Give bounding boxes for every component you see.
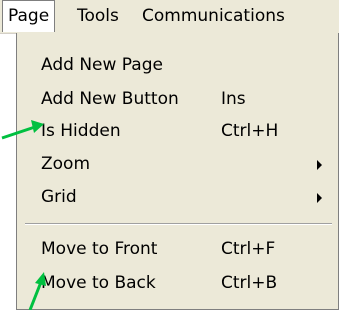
menu-item-is-hidden[interactable]: Is Hidden Ctrl+H: [17, 117, 338, 146]
menu-item-grid[interactable]: Grid: [17, 183, 338, 212]
menu-item-zoom[interactable]: Zoom: [17, 150, 338, 179]
menu-item-add-new-page[interactable]: Add New Page: [17, 51, 338, 80]
menu-item-shortcut: Ctrl+F: [221, 239, 276, 259]
menu-item-label: Grid: [41, 187, 77, 207]
menu-separator: [25, 223, 332, 225]
menu-item-label: Is Hidden: [41, 121, 121, 141]
menu-item-add-new-button[interactable]: Add New Button Ins: [17, 85, 338, 114]
menu-item-shortcut: Ctrl+H: [221, 121, 279, 141]
menubar-item-page[interactable]: Page: [2, 0, 56, 32]
menu-item-move-to-front[interactable]: Move to Front Ctrl+F: [17, 235, 338, 264]
menu-item-label: Move to Back: [41, 273, 156, 293]
menu-item-label: Add New Page: [41, 55, 163, 75]
menu-item-label: Add New Button: [41, 89, 179, 109]
menu-item-shortcut: Ctrl+B: [221, 273, 278, 293]
menu-item-shortcut: Ins: [221, 89, 246, 109]
menu-item-move-to-back[interactable]: Move to Back Ctrl+B: [17, 269, 338, 298]
menu-item-label: Zoom: [41, 154, 91, 174]
screenshot-stage: Page Tools Communications Add New Page A…: [0, 0, 339, 310]
page-menu-dropdown: Add New Page Add New Button Ins Is Hidde…: [16, 33, 339, 310]
menubar-item-tools[interactable]: Tools: [77, 0, 119, 33]
menu-bar: Page Tools Communications: [0, 0, 339, 34]
submenu-arrow-icon: [317, 160, 322, 170]
menu-item-label: Move to Front: [41, 239, 158, 259]
submenu-arrow-icon: [317, 193, 322, 203]
menubar-item-communications[interactable]: Communications: [142, 0, 285, 33]
